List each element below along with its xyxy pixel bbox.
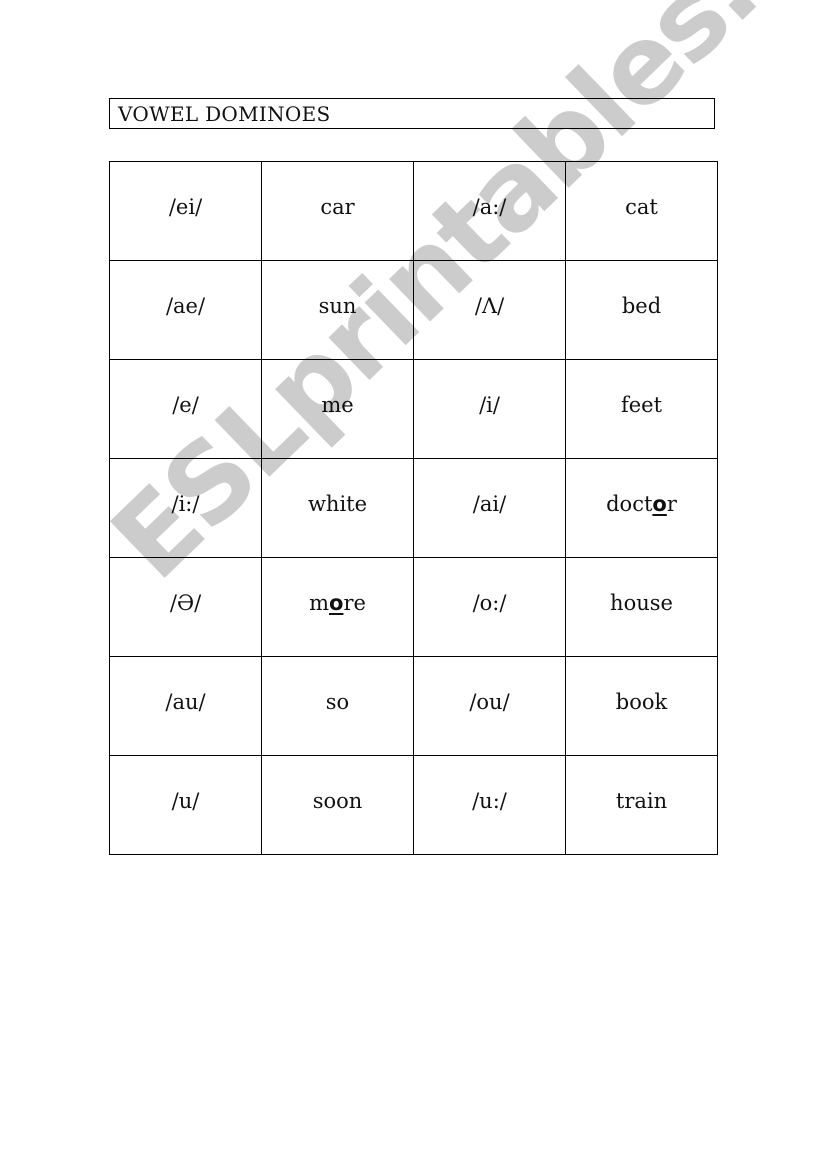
cell-text: me: [321, 393, 354, 417]
cell-text: /u/: [171, 789, 200, 813]
highlighted-vowel: o: [329, 591, 344, 615]
domino-cell-sound: /a:/: [413, 161, 566, 261]
cell-text: white: [307, 492, 368, 516]
domino-cell-word: house: [565, 557, 718, 657]
cell-text: /ae/: [165, 294, 206, 318]
word-suffix: r: [666, 492, 677, 516]
domino-cell-sound: /ae/: [109, 260, 262, 360]
domino-cell-sound: /o:/: [413, 557, 566, 657]
word-prefix: m: [309, 591, 329, 615]
domino-cell-word: bed: [565, 260, 718, 360]
worksheet-title: VOWEL DOMINOES: [109, 98, 715, 129]
domino-grid-body: /ei/ car /a:/ cat /ae/ sun /Λ/ bed /e/ m…: [109, 161, 718, 855]
domino-cell-word: me: [261, 359, 414, 459]
word-prefix: doct: [606, 492, 653, 516]
cell-text: book: [615, 690, 668, 714]
domino-grid: /ei/ car /a:/ cat /ae/ sun /Λ/ bed /e/ m…: [109, 161, 718, 855]
cell-text: /ai/: [472, 492, 507, 516]
domino-row: /u/ soon /u:/ train: [109, 755, 718, 855]
cell-text: so: [325, 690, 350, 714]
cell-text: /ei/: [168, 195, 203, 219]
domino-cell-sound: /e/: [109, 359, 262, 459]
cell-text: house: [610, 591, 673, 615]
domino-row: /Ə/ more /o:/ house: [109, 557, 718, 657]
domino-cell-word: white: [261, 458, 414, 558]
domino-cell-word: cat: [565, 161, 718, 261]
cell-text: /i/: [479, 393, 500, 417]
cell-text: /u:/: [472, 789, 507, 813]
domino-cell-sound: /u:/: [413, 755, 566, 855]
domino-cell-word: train: [565, 755, 718, 855]
cell-text: /ou/: [469, 690, 510, 714]
cell-text: soon: [312, 789, 363, 813]
domino-cell-sound: /au/: [109, 656, 262, 756]
domino-row: /e/ me /i/ feet: [109, 359, 718, 459]
cell-text: bed: [621, 294, 662, 318]
domino-cell-sound: /i/: [413, 359, 566, 459]
cell-text-highlighted: more: [262, 558, 413, 617]
domino-cell-sound: /ai/: [413, 458, 566, 558]
cell-text: feet: [620, 393, 663, 417]
domino-row: /au/ so /ou/ book: [109, 656, 718, 756]
domino-cell-sound: /i:/: [109, 458, 262, 558]
cell-text: /Λ/: [474, 294, 505, 318]
domino-row: /i:/ white /ai/ doctor: [109, 458, 718, 558]
domino-cell-word: doctor: [565, 458, 718, 558]
domino-cell-word: sun: [261, 260, 414, 360]
domino-row: /ei/ car /a:/ cat: [109, 161, 718, 261]
domino-cell-word: more: [261, 557, 414, 657]
domino-cell-word: feet: [565, 359, 718, 459]
domino-cell-sound: /ou/: [413, 656, 566, 756]
worksheet-title-text: VOWEL DOMINOES: [118, 102, 331, 126]
cell-text: /i:/: [171, 492, 200, 516]
cell-text: cat: [625, 195, 658, 219]
domino-cell-word: soon: [261, 755, 414, 855]
cell-text: /Ə/: [169, 591, 202, 615]
domino-cell-sound: /Λ/: [413, 260, 566, 360]
cell-text: /au/: [165, 690, 206, 714]
cell-text: /o:/: [472, 591, 507, 615]
domino-cell-word: car: [261, 161, 414, 261]
cell-text: /e/: [172, 393, 199, 417]
cell-text: train: [615, 789, 668, 813]
cell-text: car: [320, 195, 355, 219]
domino-row: /ae/ sun /Λ/ bed: [109, 260, 718, 360]
cell-text: sun: [318, 294, 357, 318]
domino-cell-word: book: [565, 656, 718, 756]
domino-cell-word: so: [261, 656, 414, 756]
cell-text: /a:/: [472, 195, 507, 219]
word-suffix: re: [343, 591, 366, 615]
domino-cell-sound: /ei/: [109, 161, 262, 261]
cell-text-highlighted: doctor: [566, 459, 717, 518]
domino-cell-sound: /u/: [109, 755, 262, 855]
highlighted-vowel: o: [652, 492, 667, 516]
domino-cell-sound: /Ə/: [109, 557, 262, 657]
